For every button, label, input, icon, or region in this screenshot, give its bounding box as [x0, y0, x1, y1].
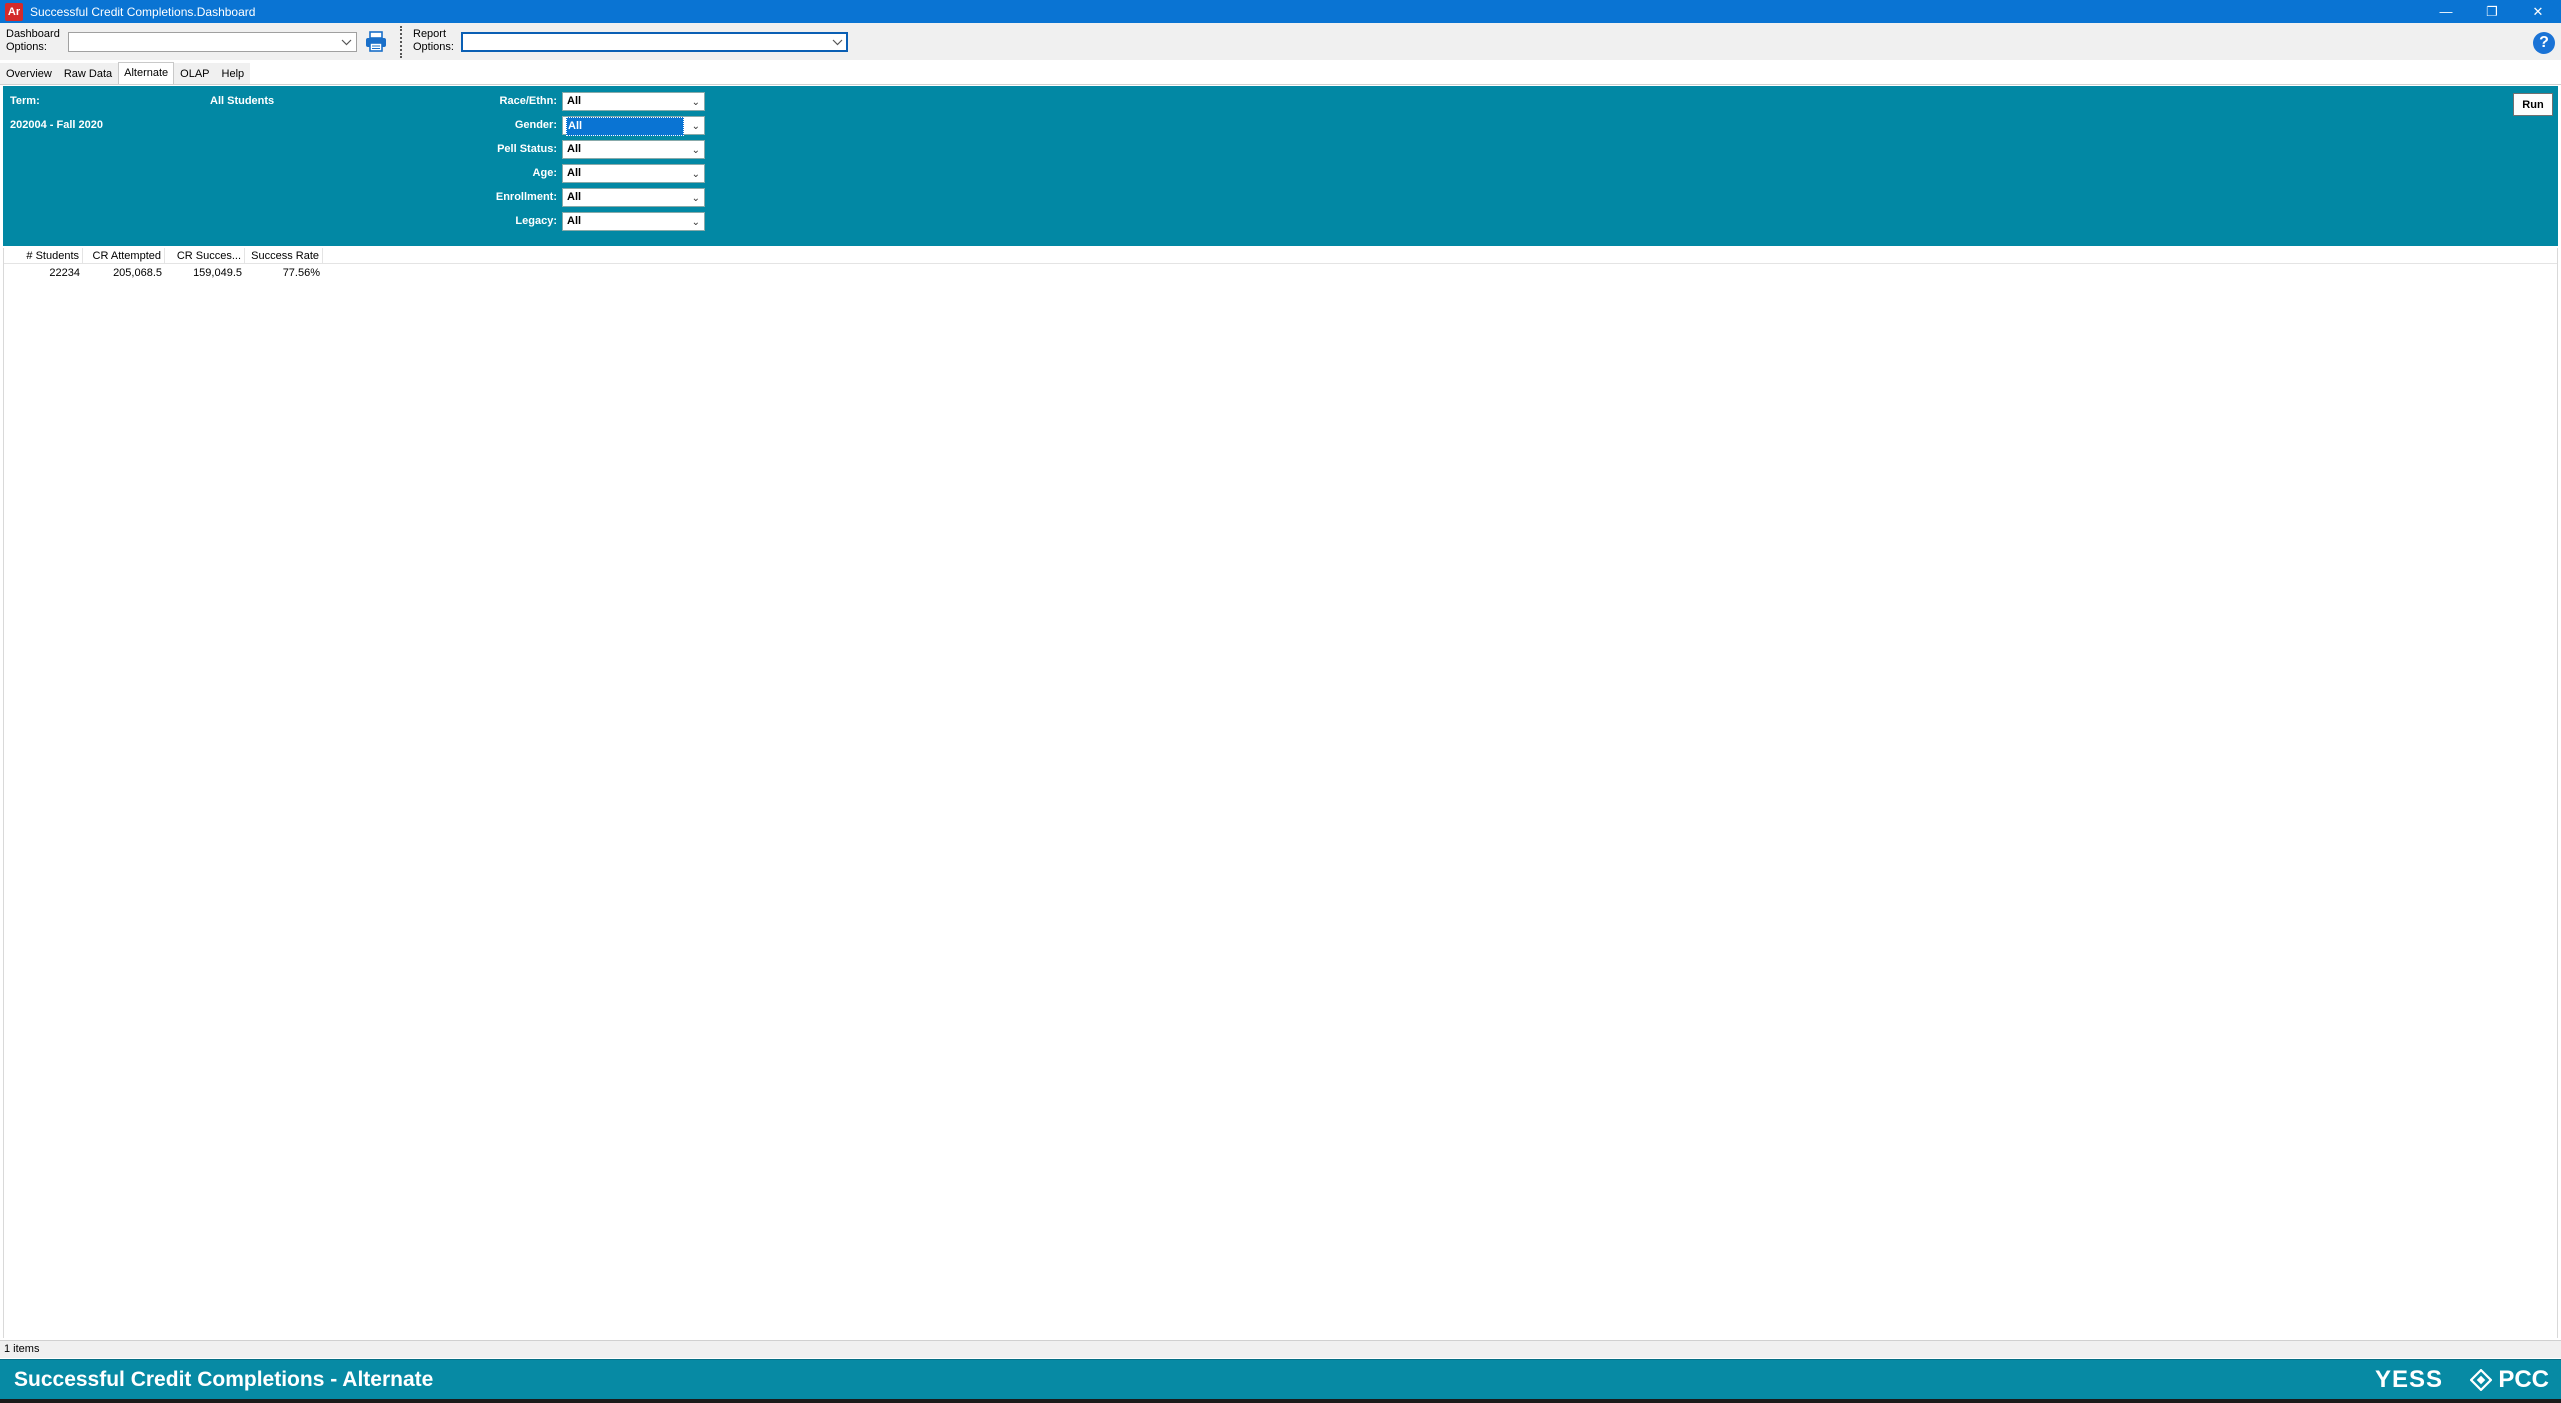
status-bar: 1 items	[0, 1340, 2561, 1358]
term-value: 202004 - Fall 2020	[10, 119, 103, 131]
bottom-edge	[0, 1399, 2561, 1403]
pell-status-select[interactable]: All ⌄	[562, 140, 705, 159]
report-options-label-line2: Options:	[413, 41, 454, 53]
footer-banner: Successful Credit Completions - Alternat…	[0, 1359, 2561, 1399]
help-icon[interactable]: ?	[2533, 32, 2555, 54]
pcc-logo-text: PCC	[2498, 1366, 2549, 1393]
print-icon[interactable]	[364, 31, 388, 53]
toolbar-separator	[400, 26, 402, 58]
column-header-cr-success[interactable]: CR Succes...	[165, 248, 245, 264]
chevron-down-icon: ⌄	[691, 145, 700, 156]
item-count: 1 items	[4, 1343, 40, 1355]
column-header-students[interactable]: # Students	[4, 248, 83, 264]
title-bar: Ar Successful Credit Completions.Dashboa…	[0, 0, 2561, 23]
report-options-label: Report Options:	[413, 28, 454, 54]
window-title: Successful Credit Completions.Dashboard	[30, 4, 256, 19]
tab-olap[interactable]: OLAP	[174, 63, 216, 84]
dashboard-options-combo[interactable]	[68, 32, 357, 52]
grid-header: # Students CR Attempted CR Succes... Suc…	[4, 248, 2557, 264]
cell-success-rate: 77.56%	[282, 267, 320, 279]
run-button[interactable]: Run	[2513, 93, 2553, 116]
term-label: Term:	[10, 95, 40, 107]
chevron-down-icon	[832, 39, 843, 46]
tab-bar: Overview Raw Data Alternate OLAP Help	[0, 62, 251, 84]
results-grid: # Students CR Attempted CR Succes... Suc…	[3, 248, 2558, 1338]
minimize-button[interactable]: —	[2423, 0, 2469, 23]
enrollment-select[interactable]: All ⌄	[562, 188, 705, 207]
chevron-down-icon	[341, 39, 352, 46]
dashboard-options-label: Dashboard Options:	[6, 28, 60, 54]
enrollment-label: Enrollment:	[495, 191, 557, 203]
gender-label: Gender:	[514, 119, 557, 131]
column-header-cr-attempted[interactable]: CR Attempted	[83, 248, 165, 264]
gender-select[interactable]: All ⌄	[562, 116, 705, 136]
pell-status-label: Pell Status:	[497, 143, 557, 155]
report-options-combo[interactable]	[461, 32, 848, 52]
chevron-down-icon: ⌄	[691, 193, 700, 204]
tab-strip-divider	[0, 84, 2561, 85]
app-icon: Ar	[5, 2, 23, 21]
race-ethn-label: Race/Ethn:	[499, 95, 557, 107]
close-icon: ✕	[2532, 3, 2544, 19]
enrollment-value: All	[567, 191, 582, 203]
legacy-label: Legacy:	[515, 215, 557, 227]
chevron-down-icon: ⌄	[691, 97, 700, 108]
report-options-label-line1: Report	[413, 28, 447, 40]
gender-value: All	[566, 117, 684, 136]
footer-title: Successful Credit Completions - Alternat…	[14, 1368, 434, 1391]
cell-cr-success: 159,049.5	[193, 267, 242, 279]
dashboard-options-label-line1: Dashboard	[6, 28, 60, 40]
minimize-icon: —	[2439, 4, 2453, 19]
race-ethn-select[interactable]: All ⌄	[562, 92, 705, 111]
pcc-logo: PCC	[2470, 1366, 2549, 1394]
pcc-diamond-icon	[2470, 1369, 2493, 1391]
close-button[interactable]: ✕	[2515, 0, 2561, 23]
column-header-success-rate[interactable]: Success Rate	[245, 248, 323, 264]
cell-cr-attempted: 205,068.5	[113, 267, 162, 279]
age-value: All	[567, 167, 582, 179]
restore-button[interactable]: ❐	[2469, 0, 2515, 23]
chevron-down-icon: ⌄	[691, 169, 700, 180]
tab-overview[interactable]: Overview	[0, 63, 58, 84]
cell-students: 22234	[49, 267, 80, 279]
tab-alternate[interactable]: Alternate	[118, 62, 175, 84]
age-label: Age:	[532, 167, 557, 179]
race-ethn-value: All	[567, 95, 582, 107]
window-controls: — ❐ ✕	[2423, 0, 2561, 23]
yess-logo: YESS	[2374, 1366, 2443, 1393]
age-select[interactable]: All ⌄	[562, 164, 705, 183]
filter-panel: Term: 202004 - Fall 2020 All Students Ra…	[3, 86, 2558, 246]
legacy-select[interactable]: All ⌄	[562, 212, 705, 231]
chevron-down-icon: ⌄	[691, 121, 700, 132]
dashboard-options-label-line2: Options:	[6, 41, 47, 53]
table-row[interactable]: 22234 205,068.5 159,049.5 77.56%	[4, 265, 2557, 281]
toolbar: Dashboard Options: Report Options: ?	[0, 23, 2561, 60]
app-window: Ar Successful Credit Completions.Dashboa…	[0, 0, 2561, 1403]
tab-help[interactable]: Help	[215, 63, 251, 84]
population-label: All Students	[210, 95, 275, 107]
tab-raw-data[interactable]: Raw Data	[57, 63, 119, 84]
legacy-value: All	[567, 215, 582, 227]
chevron-down-icon: ⌄	[691, 217, 700, 228]
pell-status-value: All	[567, 143, 582, 155]
restore-icon: ❐	[2486, 3, 2498, 19]
